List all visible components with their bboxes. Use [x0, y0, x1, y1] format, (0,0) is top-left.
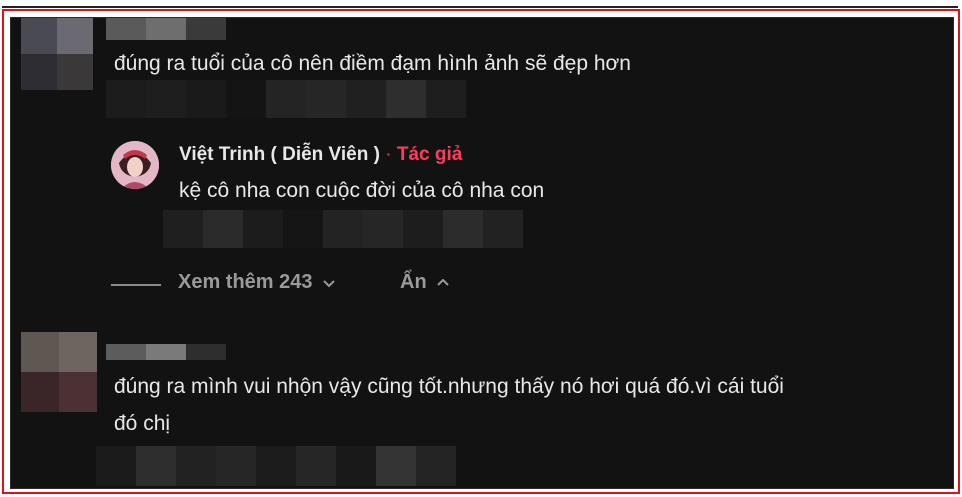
- hide-label: Ẩn: [400, 271, 427, 293]
- author-name[interactable]: Việt Trinh ( Diễn Viên ): [179, 144, 380, 165]
- reply-text: kệ cô nha con cuộc đời của cô nha con: [179, 179, 545, 202]
- hide-replies-button[interactable]: Ẩn: [400, 271, 451, 294]
- view-more-replies-button[interactable]: Xem thêm 243: [178, 271, 337, 294]
- separator-dot: ·: [385, 144, 392, 165]
- comment-text-line2: đó chị: [114, 412, 171, 435]
- username-blurred[interactable]: [106, 18, 226, 40]
- comment-text: đúng ra mình vui nhộn vậy cũng tốt.nhưng…: [114, 375, 784, 398]
- avatar[interactable]: [21, 332, 97, 412]
- comment-actions-blurred: [96, 446, 456, 486]
- username-blurred[interactable]: [106, 344, 226, 360]
- thread-divider: [111, 284, 161, 286]
- chevron-down-icon: [322, 279, 335, 287]
- comment-panel: đúng ra tuổi của cô nên điềm đạm hình ản…: [10, 17, 954, 489]
- author-photo-icon: [111, 141, 159, 189]
- top-edge: [0, 0, 962, 8]
- avatar[interactable]: [21, 18, 93, 90]
- comment-text: đúng ra tuổi của cô nên điềm đạm hình ản…: [114, 52, 631, 75]
- reply-actions-blurred: [163, 210, 523, 248]
- comment-actions-blurred: [106, 80, 466, 118]
- author-badge: Tác giả: [396, 144, 463, 165]
- chevron-up-icon: [436, 278, 449, 286]
- view-more-label: Xem thêm 243: [178, 271, 313, 293]
- reply-author-line: Việt Trinh ( Diễn Viên ) · Tác giả: [179, 144, 462, 166]
- author-avatar[interactable]: [111, 141, 159, 189]
